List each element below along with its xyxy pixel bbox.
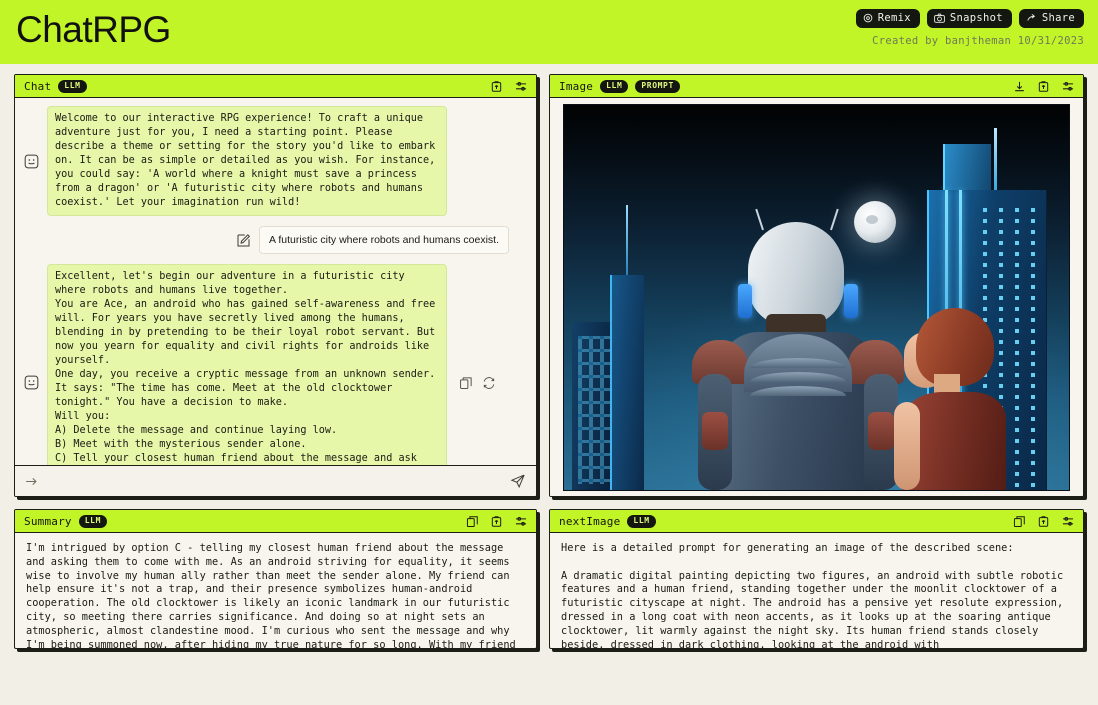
remix-button[interactable]: Remix [855, 9, 920, 28]
summary-llm-badge: LLM [78, 514, 108, 528]
header-button-group: Remix Snapshot Share [855, 9, 1084, 28]
share-button[interactable]: Share [1018, 9, 1084, 28]
remix-button-label: Remix [877, 12, 911, 24]
chat-message-assistant: Excellent, let's begin our adventure in … [24, 264, 527, 465]
image-prompt-badge: PROMPT [635, 79, 680, 93]
summary-upload-icon[interactable] [488, 513, 505, 530]
next-image-copy-icon[interactable] [1011, 513, 1028, 530]
skyline-building-left-tall [610, 275, 644, 490]
image-panel-body [550, 98, 1083, 496]
summary-copy-icon[interactable] [464, 513, 481, 530]
image-upload-icon[interactable] [1035, 78, 1052, 95]
chat-panel-header: Chat LLM [15, 75, 536, 98]
android-figure [688, 208, 908, 490]
android-arm-accent [702, 412, 728, 450]
chat-upload-icon[interactable] [488, 78, 505, 95]
next-image-text: Here is a detailed prompt for generating… [561, 542, 1064, 648]
created-by-text: Created by banjtheman 10/31/2023 [872, 34, 1084, 47]
image-panel: Image LLM PROMPT [549, 74, 1084, 497]
summary-text: I'm intrigued by option C - telling my c… [26, 542, 516, 648]
generated-artwork[interactable] [563, 104, 1070, 491]
android-arm-accent [868, 412, 894, 450]
image-panel-title: Image [559, 79, 594, 93]
spire-right [994, 128, 997, 190]
copy-icon[interactable] [459, 375, 473, 389]
spire-left [626, 205, 628, 275]
header-actions: Remix Snapshot Share Created by banjthem… [855, 9, 1084, 47]
next-image-panel-title: nextImage [559, 514, 621, 528]
android-ear-light [844, 284, 858, 318]
send-paper-plane-icon[interactable] [510, 473, 526, 489]
chat-input[interactable] [46, 474, 510, 488]
android-ear-light [738, 284, 752, 318]
image-download-icon[interactable] [1011, 78, 1028, 95]
next-image-panel-header: nextImage LLM [550, 510, 1083, 533]
image-settings-sliders-icon[interactable] [1059, 78, 1076, 95]
building-window-column [1015, 208, 1019, 490]
chat-message-list[interactable]: Welcome to our interactive RPG experienc… [15, 98, 536, 465]
edit-pencil-icon[interactable] [236, 233, 251, 248]
human-figure [894, 308, 1012, 490]
page-title: ChatRPG [16, 9, 171, 50]
android-head [748, 222, 844, 326]
human-arm [894, 402, 920, 490]
arrow-right-icon [25, 476, 38, 487]
chat-panel: Chat LLM Welcome to our interactive RPG … [14, 74, 537, 497]
chat-bubble-text: A futuristic city where robots and human… [259, 226, 509, 254]
chat-bubble-text: Excellent, let's begin our adventure in … [47, 264, 447, 465]
summary-panel-title: Summary [24, 514, 72, 528]
smiley-face-icon [24, 154, 39, 169]
regenerate-icon[interactable] [482, 375, 496, 389]
android-antenna [830, 208, 839, 231]
image-llm-badge: LLM [600, 79, 629, 93]
chat-settings-sliders-icon[interactable] [512, 78, 529, 95]
snapshot-button-label: Snapshot [949, 12, 1003, 24]
building-window-column [1031, 208, 1035, 490]
share-arrow-icon [1026, 13, 1037, 23]
chat-message-actions [459, 375, 496, 389]
chat-llm-badge: LLM [58, 79, 87, 93]
summary-settings-sliders-icon[interactable] [512, 513, 529, 530]
summary-panel: Summary LLM I'm intrigued by option C - … [14, 509, 537, 649]
chat-input-bar[interactable] [15, 465, 536, 496]
app-header: ChatRPG Remix Snapshot Share Created by … [0, 0, 1098, 64]
camera-icon [934, 13, 945, 23]
chat-panel-title: Chat [24, 79, 52, 93]
chat-message-assistant: Welcome to our interactive RPG experienc… [24, 106, 527, 216]
next-image-panel: nextImage LLM Here is a detailed prompt … [549, 509, 1084, 649]
image-panel-header: Image LLM PROMPT [550, 75, 1083, 98]
share-button-label: Share [1041, 12, 1075, 24]
android-antenna [755, 208, 764, 231]
workspace-grid: Chat LLM Welcome to our interactive RPG … [0, 64, 1098, 649]
next-image-llm-badge: LLM [627, 514, 656, 528]
next-image-upload-icon[interactable] [1035, 513, 1052, 530]
snapshot-button[interactable]: Snapshot [926, 9, 1012, 28]
remix-icon [863, 13, 873, 23]
summary-panel-header: Summary LLM [15, 510, 536, 533]
smiley-face-icon [24, 375, 39, 390]
chat-bubble-text: Welcome to our interactive RPG experienc… [47, 106, 447, 216]
chat-message-user: A futuristic city where robots and human… [24, 226, 527, 254]
next-image-settings-sliders-icon[interactable] [1059, 513, 1076, 530]
